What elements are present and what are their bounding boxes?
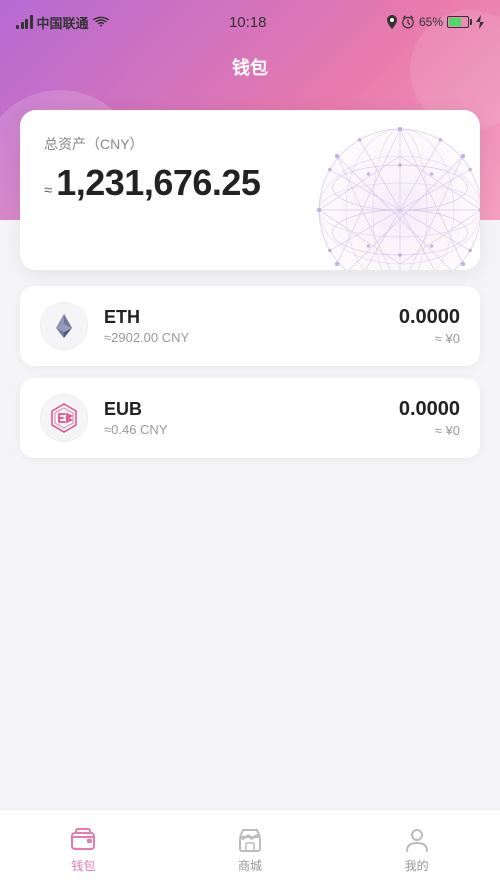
- tab-wallet-label: 钱包: [71, 857, 95, 874]
- battery-icon: [447, 16, 472, 28]
- token-list: ETH ≈2902.00 CNY 0.0000 ≈ ¥0: [0, 286, 500, 458]
- tab-bar: 钱包 商城 我的: [0, 809, 500, 889]
- eub-token-cny: ≈ ¥0: [399, 423, 460, 438]
- eth-token-name: ETH: [104, 307, 399, 328]
- eth-token-balance: 0.0000 ≈ ¥0: [399, 306, 460, 346]
- location-icon: [387, 15, 397, 29]
- token-item-eth[interactable]: ETH ≈2902.00 CNY 0.0000 ≈ ¥0: [20, 286, 480, 366]
- main-content: 总资产（CNY） ≈ 1,231,676.25: [0, 44, 500, 809]
- alarm-icon: [401, 15, 415, 29]
- tab-shop[interactable]: 商城: [167, 810, 334, 889]
- eub-token-amount: 0.0000: [399, 398, 460, 421]
- eub-icon: [40, 394, 88, 442]
- asset-card-amount: 1,231,676.25: [56, 162, 260, 204]
- charging-icon: [476, 15, 484, 29]
- eth-token-price: ≈2902.00 CNY: [104, 330, 399, 345]
- eth-token-info: ETH ≈2902.00 CNY: [104, 307, 399, 345]
- profile-icon: [403, 825, 431, 853]
- token-item-eub[interactable]: EUB ≈0.46 CNY 0.0000 ≈ ¥0: [20, 378, 480, 458]
- tab-shop-label: 商城: [238, 857, 262, 874]
- status-bar-right: 65%: [387, 15, 484, 29]
- page-title: 钱包: [0, 44, 500, 90]
- sphere-decoration: [310, 120, 480, 270]
- signal-icon: [16, 15, 33, 29]
- carrier-label: 中国联通: [37, 13, 89, 32]
- status-bar-left: 中国联通: [16, 13, 109, 32]
- wifi-icon: [93, 16, 109, 28]
- status-bar: 中国联通 10:18 65%: [0, 0, 500, 44]
- asset-card: 总资产（CNY） ≈ 1,231,676.25: [20, 110, 480, 270]
- eub-token-price: ≈0.46 CNY: [104, 422, 399, 437]
- tab-profile[interactable]: 我的: [333, 810, 500, 889]
- shop-icon: [236, 825, 264, 853]
- eth-icon: [40, 302, 88, 350]
- eth-token-amount: 0.0000: [399, 306, 460, 329]
- battery-label: 65%: [419, 15, 443, 29]
- status-bar-time: 10:18: [229, 14, 267, 31]
- eth-token-cny: ≈ ¥0: [399, 331, 460, 346]
- wallet-icon: [69, 825, 97, 853]
- tab-profile-label: 我的: [405, 857, 429, 874]
- eub-token-info: EUB ≈0.46 CNY: [104, 399, 399, 437]
- tab-wallet[interactable]: 钱包: [0, 810, 167, 889]
- asset-approx-symbol: ≈: [44, 182, 52, 199]
- eub-token-name: EUB: [104, 399, 399, 420]
- eub-token-balance: 0.0000 ≈ ¥0: [399, 398, 460, 438]
